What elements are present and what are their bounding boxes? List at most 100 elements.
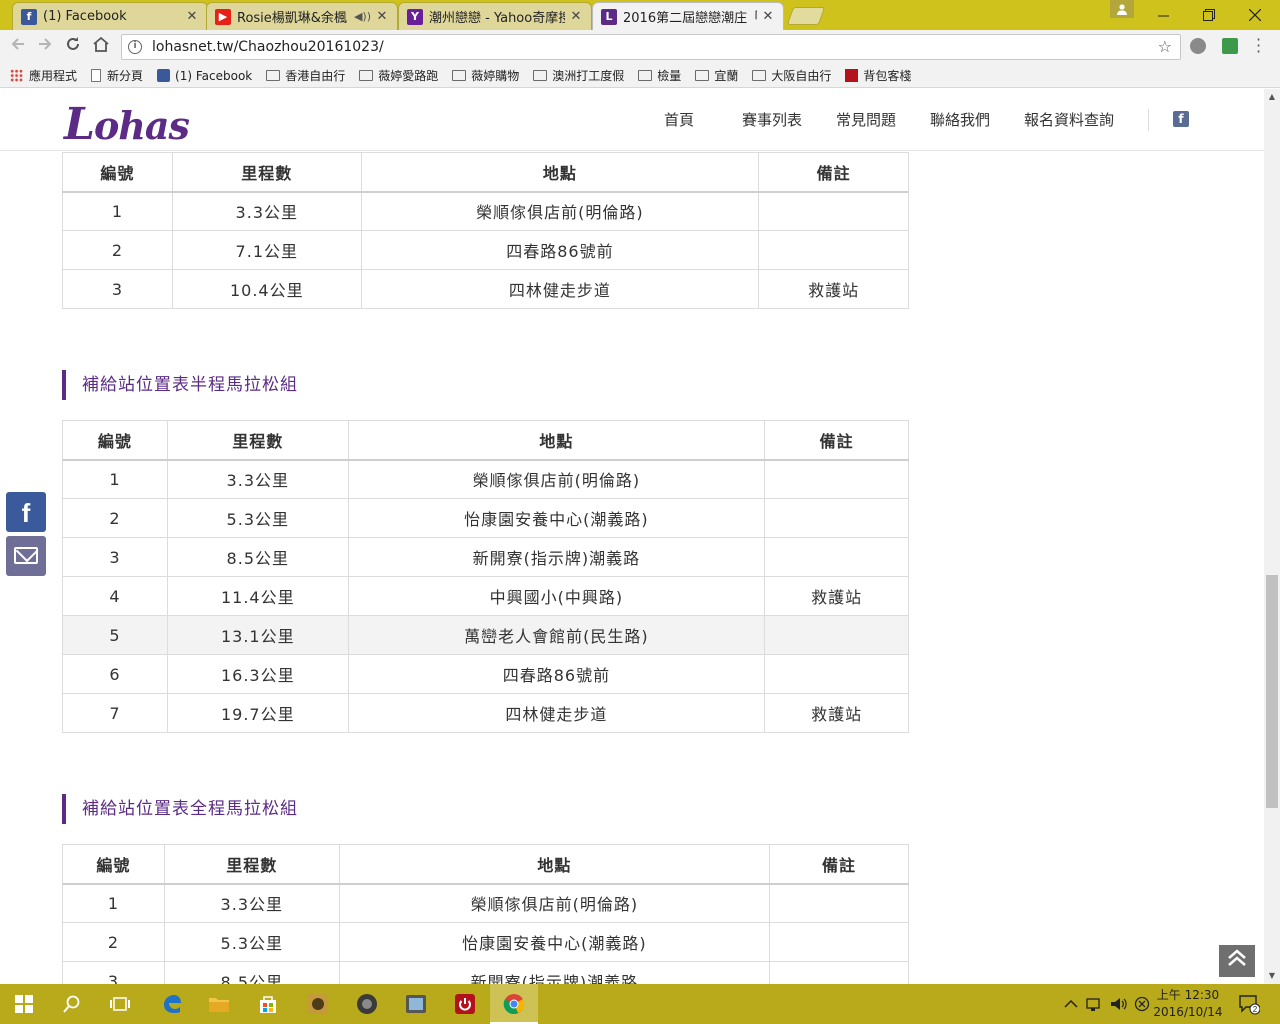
home-icon[interactable] xyxy=(90,36,112,58)
bookmark-label: 應用程式 xyxy=(29,69,78,83)
bookmark-folder[interactable]: 檢量 xyxy=(638,67,681,84)
facebook-icon[interactable]: f xyxy=(1173,111,1189,127)
evernote-extension-icon[interactable] xyxy=(1222,38,1238,54)
power-app-icon[interactable] xyxy=(453,992,477,1016)
tab-yahoo[interactable]: Y 潮州戀戀 - Yahoo奇摩搜 ✕ xyxy=(398,2,592,30)
tab-facebook[interactable]: f (1) Facebook ✕ xyxy=(12,2,208,30)
bookmark-newtab[interactable]: 新分頁 xyxy=(91,67,143,84)
lohas-logo[interactable]: Lohas xyxy=(64,99,190,150)
browser-toolbar: i lohasnet.tw/Chaozhou20161023/ ☆ · · · xyxy=(0,30,1280,64)
minimize-icon[interactable] xyxy=(1140,0,1186,30)
table-row: 7 19.7公里 四林健走步道 救護站 xyxy=(62,693,909,733)
mail-icon xyxy=(14,547,38,564)
col-header-location: 地點 xyxy=(360,152,760,193)
table-row: 3 10.4公里 四林健走步道 救護站 xyxy=(62,269,909,309)
bookmark-apps[interactable]: 應用程式 xyxy=(10,67,77,84)
bookmark-folder[interactable]: 大阪自由行 xyxy=(752,67,831,84)
extension-icon[interactable] xyxy=(1190,38,1206,54)
bookmark-star-icon[interactable]: ☆ xyxy=(1158,37,1172,56)
cell-distance: 3.3公里 xyxy=(163,883,340,923)
app-icon[interactable] xyxy=(306,992,330,1016)
action-center-icon[interactable]: 2 xyxy=(1238,984,1260,1024)
close-tab-icon[interactable]: ✕ xyxy=(761,9,775,24)
nav-registration-query[interactable]: 報名資料查詢 xyxy=(1024,109,1114,130)
store-icon[interactable] xyxy=(256,992,280,1016)
camera-app-icon[interactable] xyxy=(355,992,379,1016)
col-header-number: 編號 xyxy=(62,420,168,461)
folder-icon xyxy=(533,70,548,81)
nav-faq[interactable]: 常見問題 xyxy=(836,109,896,130)
share-facebook-button[interactable]: f xyxy=(6,492,46,532)
bookmark-folder[interactable]: 薇婷購物 xyxy=(452,67,519,84)
nav-home[interactable]: 首頁 xyxy=(664,109,694,130)
cell-distance: 10.4公里 xyxy=(171,269,362,309)
bookmark-folder[interactable]: 澳洲打工度假 xyxy=(533,67,624,84)
tab-youtube[interactable]: ▶ Rosie楊凱琳&余楓《 ◀)) ✕ xyxy=(206,2,398,30)
windows-start-icon[interactable] xyxy=(12,992,36,1016)
bookmark-backpacker[interactable]: 背包客棧 xyxy=(845,67,911,84)
volume-icon[interactable] xyxy=(1110,984,1128,1024)
site-info-icon[interactable]: i xyxy=(128,40,142,54)
bookmark-folder[interactable]: 香港自由行 xyxy=(266,67,345,84)
cell-number: 2 xyxy=(62,922,165,962)
cell-distance: 8.5公里 xyxy=(166,537,349,577)
cell-location: 榮順傢俱店前(明倫路) xyxy=(360,191,760,231)
scroll-down-icon[interactable]: ▼ xyxy=(1264,968,1280,984)
cell-location: 怡康園安養中心(潮義路) xyxy=(347,498,766,538)
lohas-icon: L xyxy=(601,8,617,25)
profile-icon[interactable] xyxy=(1110,0,1134,18)
search-icon[interactable] xyxy=(60,992,84,1016)
cell-note xyxy=(764,498,909,538)
close-tab-icon[interactable]: ✕ xyxy=(569,9,583,24)
forward-icon[interactable] xyxy=(34,36,56,58)
cell-distance: 8.5公里 xyxy=(163,961,340,984)
nav-contact[interactable]: 聯絡我們 xyxy=(930,109,990,130)
close-window-icon[interactable] xyxy=(1232,0,1278,30)
media-app-icon[interactable] xyxy=(404,992,428,1016)
cell-location: 萬巒老人會館前(民生路) xyxy=(347,615,766,655)
cell-number: 3 xyxy=(62,269,173,309)
network-icon[interactable] xyxy=(1086,984,1104,1024)
task-view-icon[interactable] xyxy=(108,992,132,1016)
file-explorer-icon[interactable] xyxy=(207,992,231,1016)
restore-icon[interactable] xyxy=(1186,0,1232,30)
notification-off-icon[interactable] xyxy=(1134,984,1150,1024)
cell-note xyxy=(769,922,909,962)
audio-icon[interactable]: ◀)) xyxy=(354,10,371,23)
folder-icon xyxy=(359,70,374,81)
reload-icon[interactable] xyxy=(62,36,84,58)
tab-lohas[interactable]: L 2016第二屆戀戀潮庄「迷 ✕ xyxy=(592,2,784,30)
cell-note: 救護站 xyxy=(764,576,909,616)
col-header-distance: 里程數 xyxy=(166,420,349,461)
bookmark-label: 大阪自由行 xyxy=(771,69,832,83)
new-tab-button[interactable] xyxy=(786,7,826,25)
cell-location: 四林健走步道 xyxy=(360,269,760,309)
chrome-icon[interactable] xyxy=(502,992,526,1016)
cell-location: 四春路86號前 xyxy=(347,654,766,694)
bookmark-facebook[interactable]: (1) Facebook xyxy=(157,69,252,83)
scrollbar-thumb[interactable] xyxy=(1266,575,1278,808)
nav-divider xyxy=(1148,109,1149,131)
page-scrollbar[interactable]: ▲ ▼ xyxy=(1264,89,1280,984)
edge-icon[interactable] xyxy=(160,992,184,1016)
col-header-distance: 里程數 xyxy=(163,844,340,885)
cell-number: 2 xyxy=(62,498,168,538)
tab-title: (1) Facebook xyxy=(43,9,127,24)
close-tab-icon[interactable]: ✕ xyxy=(375,9,389,24)
nav-events[interactable]: 賽事列表 xyxy=(742,109,802,130)
bookmark-folder[interactable]: 薇婷愛路跑 xyxy=(359,67,438,84)
close-tab-icon[interactable]: ✕ xyxy=(185,9,199,24)
address-bar[interactable]: i lohasnet.tw/Chaozhou20161023/ ☆ xyxy=(121,34,1181,60)
bookmark-folder[interactable]: 宜蘭 xyxy=(695,67,738,84)
cell-distance: 16.3公里 xyxy=(166,654,349,694)
show-hidden-icons[interactable] xyxy=(1064,984,1078,1024)
back-to-top-button[interactable] xyxy=(1217,943,1257,979)
scroll-up-icon[interactable]: ▲ xyxy=(1264,89,1280,105)
cell-number: 2 xyxy=(62,230,173,270)
chrome-menu-icon[interactable]: · · · xyxy=(1256,32,1261,60)
bookmark-label: (1) Facebook xyxy=(175,68,253,83)
bookmarks-bar: 應用程式 新分頁 (1) Facebook 香港自由行 薇婷愛路跑 薇婷購物 澳… xyxy=(0,64,1280,88)
system-clock[interactable]: 上午 12:30 2016/10/14 xyxy=(1152,987,1224,1021)
back-icon[interactable] xyxy=(7,36,29,58)
share-email-button[interactable] xyxy=(6,536,46,576)
